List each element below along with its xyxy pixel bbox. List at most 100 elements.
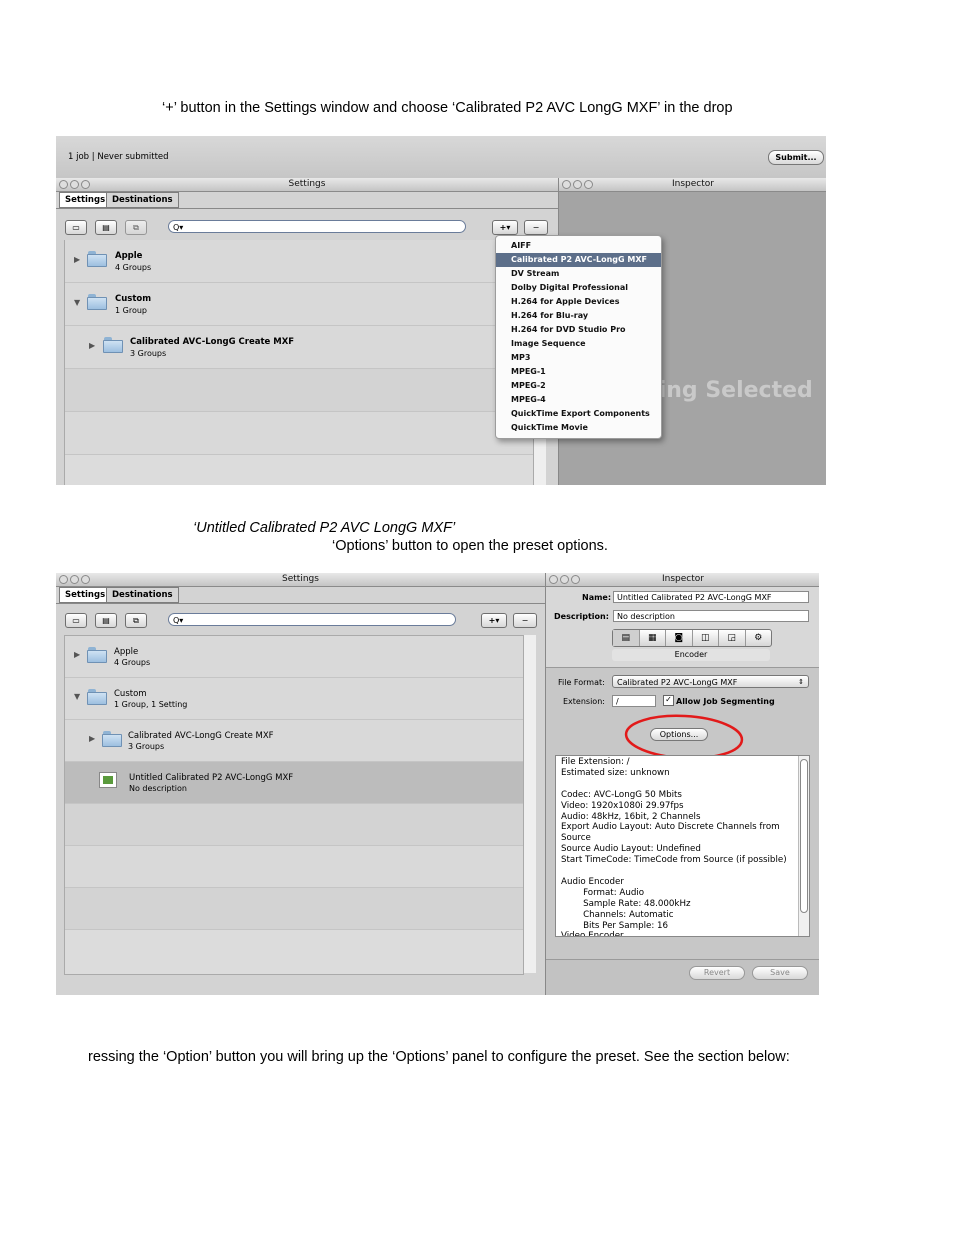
row-title: Untitled Calibrated P2 AVC-LongG MXF <box>129 773 294 783</box>
remove-button[interactable]: − <box>524 220 548 235</box>
setting-icon: ▤ <box>102 616 110 625</box>
allow-job-segmenting-checkbox[interactable]: ✓ <box>663 695 674 706</box>
disclosure-triangle-icon[interactable]: ▶ <box>74 255 80 264</box>
revert-button[interactable]: Revert <box>689 966 745 980</box>
tab-destinations[interactable]: Destinations <box>106 587 179 603</box>
window-controls[interactable] <box>562 180 595 194</box>
menu-item[interactable]: QuickTime Movie <box>496 421 661 435</box>
search-input[interactable]: Q▾ <box>168 220 466 233</box>
search-input[interactable]: Q▾ <box>168 613 456 626</box>
tab-settings[interactable]: Settings <box>59 192 112 208</box>
list-item[interactable]: ▶ Apple 4 Groups <box>65 636 523 678</box>
folder-plus-icon: ▭ <box>72 616 80 625</box>
row-subtitle: 3 Groups <box>128 742 165 751</box>
disclosure-triangle-icon[interactable]: ▼ <box>74 298 80 307</box>
menu-item[interactable]: Image Sequence <box>496 337 661 351</box>
folder-icon <box>102 731 122 747</box>
general-tab-icon[interactable]: ⚙ <box>746 630 772 646</box>
tab-settings[interactable]: Settings <box>59 587 112 603</box>
list-item[interactable]: ▶ Apple 4 Groups <box>65 240 533 283</box>
tab-divider <box>56 208 558 209</box>
menu-item[interactable]: MPEG-4 <box>496 393 661 407</box>
settings-title: Settings <box>282 574 319 584</box>
summary-line: Video Encoder <box>561 931 624 937</box>
row-subtitle: 1 Group <box>115 306 147 315</box>
summary-line <box>561 779 787 790</box>
tab-destinations[interactable]: Destinations <box>106 192 179 208</box>
filters-tab-icon[interactable]: ◙ <box>666 630 693 646</box>
menu-item[interactable]: MPEG-2 <box>496 379 661 393</box>
row-subtitle: No description <box>129 784 187 793</box>
menu-item[interactable]: QuickTime Export Components <box>496 407 661 421</box>
actions-tab-icon[interactable]: ◲ <box>719 630 746 646</box>
summary-line: Codec: AVC-LongG 50 Mbits <box>561 789 682 800</box>
file-format-popup[interactable]: Calibrated P2 AVC-LongG MXF ⇕ <box>612 675 809 688</box>
row-title: Apple <box>115 251 143 261</box>
new-group-button[interactable]: ▭ <box>65 220 87 235</box>
row-subtitle: 4 Groups <box>114 658 151 667</box>
description-field[interactable]: No description <box>613 610 809 622</box>
folder-icon <box>87 294 107 310</box>
summary-scrollbar[interactable] <box>798 756 809 936</box>
new-setting-button[interactable]: ▤ <box>95 220 117 235</box>
summary-line: File Extension: / <box>561 757 630 767</box>
remove-button[interactable]: − <box>513 613 537 628</box>
summary-line: Estimated size: unknown <box>561 767 670 778</box>
preset-format-menu: AIFF Calibrated P2 AVC-LongG MXF DV Stream… <box>495 235 662 439</box>
empty-row <box>65 888 523 930</box>
save-button[interactable]: Save <box>752 966 808 980</box>
add-preset-button[interactable]: +▾ <box>481 613 507 628</box>
duplicate-button[interactable]: ⧉ <box>125 220 147 235</box>
menu-item[interactable]: Calibrated P2 AVC-LongG MXF <box>496 253 661 267</box>
folder-icon <box>103 337 123 353</box>
extension-field[interactable]: / <box>612 695 656 707</box>
batch-bar: 1 job | Never submitted Submit... <box>56 136 826 179</box>
summary-line <box>561 866 787 877</box>
list-item[interactable]: ▼ Custom 1 Group <box>65 283 533 326</box>
allow-job-segmenting-label: Allow Job Segmenting <box>676 697 775 706</box>
setting-icon: ▤ <box>102 223 110 232</box>
disclosure-triangle-icon[interactable]: ▶ <box>74 650 80 659</box>
geometry-tab-icon[interactable]: ◫ <box>693 630 719 646</box>
settings-list: ▶ Apple 4 Groups ▼ Custom 1 Group ▶ Cali… <box>64 240 533 485</box>
empty-row <box>65 412 533 455</box>
list-item[interactable]: ▶ Calibrated AVC-LongG Create MXF 3 Grou… <box>65 720 523 762</box>
frame-controls-tab-icon[interactable]: ▦ <box>640 630 666 646</box>
row-subtitle: 3 Groups <box>130 349 167 358</box>
empty-row <box>65 804 523 846</box>
menu-item[interactable]: MP3 <box>496 351 661 365</box>
disclosure-triangle-icon[interactable]: ▶ <box>89 341 95 350</box>
summary-line: Export Audio Layout: Auto Discrete Chann… <box>561 822 780 833</box>
disclosure-triangle-icon[interactable]: ▶ <box>89 734 95 743</box>
folder-icon <box>87 689 107 705</box>
folder-plus-icon: ▭ <box>72 223 80 232</box>
list-item[interactable]: ▼ Custom 1 Group, 1 Setting <box>65 678 523 720</box>
menu-item[interactable]: H.264 for Apple Devices <box>496 295 661 309</box>
setting-icon <box>99 772 117 788</box>
add-preset-button[interactable]: +▾ <box>492 220 518 235</box>
menu-item[interactable]: Dolby Digital Professional <box>496 281 661 295</box>
summary-line: Start TimeCode: TimeCode from Source (if… <box>561 855 787 866</box>
submit-button[interactable]: Submit... <box>768 150 824 165</box>
new-setting-button[interactable]: ▤ <box>95 613 117 628</box>
summary-line: Sample Rate: 48.000kHz <box>561 898 691 909</box>
list-scrollbar[interactable] <box>523 635 536 973</box>
summary-line: Video: 1920x1080i 29.97fps <box>561 800 684 811</box>
file-format-value: Calibrated P2 AVC-LongG MXF <box>617 678 738 687</box>
selected-list-item[interactable]: Untitled Calibrated P2 AVC-LongG MXF No … <box>65 762 523 804</box>
extension-label: Extension: <box>563 697 605 706</box>
summary-line: Source <box>561 833 591 844</box>
row-subtitle: 4 Groups <box>115 263 152 272</box>
duplicate-button[interactable]: ⧉ <box>125 613 147 628</box>
menu-item[interactable]: AIFF <box>496 239 661 253</box>
encoder-tab-icon[interactable]: ▤ <box>613 630 640 646</box>
menu-item[interactable]: MPEG-1 <box>496 365 661 379</box>
menu-item[interactable]: H.264 for DVD Studio Pro <box>496 323 661 337</box>
list-item[interactable]: ▶ Calibrated AVC-LongG Create MXF 3 Grou… <box>65 326 533 369</box>
menu-item[interactable]: DV Stream <box>496 267 661 281</box>
name-field[interactable]: Untitled Calibrated P2 AVC-LongG MXF <box>613 591 809 603</box>
disclosure-triangle-icon[interactable]: ▼ <box>74 692 80 701</box>
inspector-header: Name: Untitled Calibrated P2 AVC-LongG M… <box>546 587 819 667</box>
menu-item[interactable]: H.264 for Blu-ray <box>496 309 661 323</box>
new-group-button[interactable]: ▭ <box>65 613 87 628</box>
